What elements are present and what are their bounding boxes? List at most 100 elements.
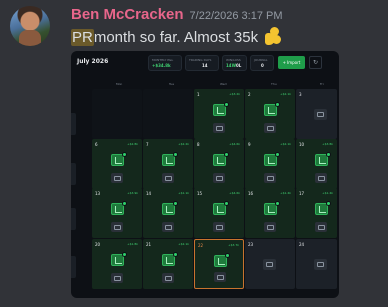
import-label: Import <box>287 60 301 65</box>
day-number: 16 <box>248 191 254 196</box>
journal-icon[interactable] <box>162 273 174 283</box>
day-number: 8 <box>197 142 200 147</box>
day-number: 9 <box>248 142 251 147</box>
day-cell[interactable]: 16 +$1.4k <box>245 188 295 238</box>
day-cell[interactable]: 20 +$1.8k <box>92 239 142 289</box>
day-cell[interactable]: 1 +$3.2k <box>194 89 244 139</box>
journal-icon[interactable] <box>111 273 123 283</box>
day-pnl: +$1.4k <box>280 191 291 195</box>
day-number: 13 <box>95 191 101 196</box>
day-number: 1 <box>197 92 200 97</box>
calendar-topbar: July 2026 MONTHLY P&L +$34.8k TRADING DA… <box>71 51 339 75</box>
journal-icon[interactable] <box>264 222 276 232</box>
day-number: 10 <box>299 142 305 147</box>
day-number: 14 <box>146 191 152 196</box>
import-button[interactable]: + Import <box>278 56 305 69</box>
journal-icon[interactable] <box>162 222 174 232</box>
day-cell[interactable]: 7 +$2.2k <box>143 139 193 189</box>
message-text: month so far. Almost 35k <box>93 28 259 46</box>
empty-cell <box>143 89 193 139</box>
day-cell[interactable]: 2 +$2.1k <box>245 89 295 139</box>
day-cell[interactable]: 6 +$2.8k <box>92 139 142 189</box>
status-badge <box>326 152 331 157</box>
status-badge <box>173 152 178 157</box>
day-cell[interactable]: 10 +$3.8k <box>296 139 337 189</box>
day-pnl: +$2.1k <box>178 242 189 246</box>
journal-icon[interactable] <box>214 272 226 282</box>
journal-icon[interactable] <box>264 123 276 133</box>
day-number: 17 <box>299 191 305 196</box>
day-number: 20 <box>95 242 101 247</box>
journal-icon[interactable] <box>213 173 225 183</box>
stat-value: +$34.8k <box>152 63 171 68</box>
day-number: 24 <box>299 242 305 247</box>
day-pnl: +$1.4k <box>322 191 333 195</box>
day-cell[interactable]: 9 +$2.1k <box>245 139 295 189</box>
stat-value-secondary: 0L <box>236 63 242 68</box>
journal-icon[interactable] <box>264 173 276 183</box>
status-badge <box>326 201 331 206</box>
journal-icon[interactable] <box>162 173 174 183</box>
weekday-thu: Thu <box>271 82 277 86</box>
day-cell[interactable]: 23 <box>245 239 295 289</box>
weekday-fri: Fri <box>320 82 324 86</box>
day-cell[interactable]: 17 +$1.4k <box>296 188 337 238</box>
day-pnl: +$4.6k <box>229 191 240 195</box>
message-header: Ben McCracken 7/22/2026 3:17 PM <box>71 6 283 23</box>
day-cell[interactable]: 21 +$2.1k <box>143 239 193 289</box>
day-pnl: +$2.1k <box>280 142 291 146</box>
week-summary-tab[interactable] <box>71 113 76 135</box>
status-badge <box>122 152 127 157</box>
day-number: 23 <box>248 242 254 247</box>
status-badge <box>224 102 229 107</box>
avatar[interactable] <box>10 6 50 46</box>
status-badge <box>173 252 178 257</box>
journal-icon[interactable] <box>213 123 225 133</box>
day-cell[interactable]: 15 +$4.6k <box>194 188 244 238</box>
stat-win-loss: WIN/LOSS 14W 0L <box>222 55 247 71</box>
journal-icon[interactable] <box>111 173 123 183</box>
journal-icon[interactable] <box>315 173 327 183</box>
day-cell[interactable]: 3 <box>296 89 337 139</box>
stat-value: 0 <box>261 63 264 68</box>
day-cell[interactable]: 22 +$3.7k <box>194 239 244 289</box>
status-badge <box>275 152 280 157</box>
journal-icon[interactable] <box>314 109 327 120</box>
day-number: 7 <box>146 142 149 147</box>
journal-icon[interactable] <box>213 222 225 232</box>
stat-monthly-pnl: MONTHLY P&L +$34.8k <box>148 55 182 71</box>
status-badge <box>225 253 230 258</box>
refresh-icon[interactable]: ↻ <box>309 56 322 69</box>
week-summary-tab[interactable] <box>71 256 76 278</box>
calendar-screenshot[interactable]: July 2026 MONTHLY P&L +$34.8k TRADING DA… <box>71 51 339 298</box>
day-cell[interactable]: 8 +$4.6k <box>194 139 244 189</box>
day-cell[interactable]: 24 <box>296 239 337 289</box>
empty-cell <box>92 89 142 139</box>
journal-icon[interactable] <box>314 259 327 270</box>
journal-icon[interactable] <box>111 222 123 232</box>
week-summary-tab[interactable] <box>71 208 76 230</box>
day-pnl: +$3.9k <box>127 191 138 195</box>
day-pnl: +$2.8k <box>127 142 138 146</box>
day-pnl: +$2.1k <box>280 92 291 96</box>
status-badge <box>122 201 127 206</box>
day-pnl: +$4.6k <box>229 142 240 146</box>
day-pnl: +$1.8k <box>127 242 138 246</box>
timestamp: 7/22/2026 3:17 PM <box>189 10 283 22</box>
week-summary-tab[interactable] <box>71 163 76 185</box>
stat-value: 14W <box>226 63 236 68</box>
day-pnl: +$3.2k <box>229 92 240 96</box>
journal-icon[interactable] <box>315 222 327 232</box>
weekday-tue: Tue <box>169 82 175 86</box>
day-number: 15 <box>197 191 203 196</box>
day-cell[interactable]: 14 +$1.1k <box>143 188 193 238</box>
month-title: July 2026 <box>77 58 109 65</box>
status-badge <box>173 201 178 206</box>
stat-value: 14 <box>202 63 208 68</box>
day-cell[interactable]: 13 +$3.9k <box>92 188 142 238</box>
day-pnl: +$3.8k <box>322 142 333 146</box>
status-badge <box>275 201 280 206</box>
stat-label: MONTHLY P&L <box>152 58 174 62</box>
username[interactable]: Ben McCracken <box>71 6 184 23</box>
journal-icon[interactable] <box>263 259 276 270</box>
